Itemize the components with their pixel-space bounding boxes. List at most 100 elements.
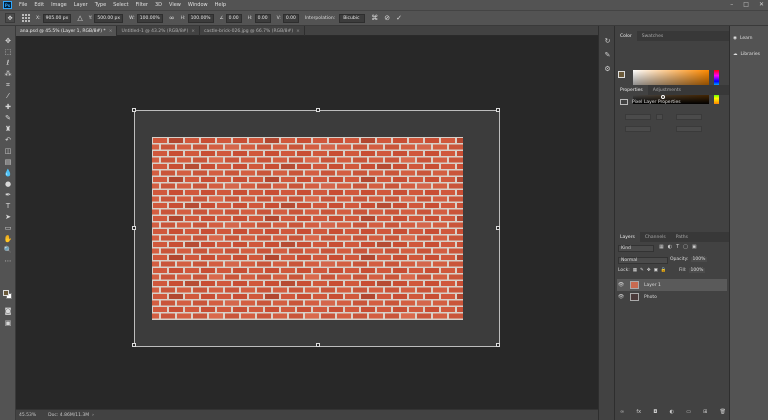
tab-paths[interactable]: Paths: [671, 232, 693, 242]
transform-handle[interactable]: [316, 108, 320, 112]
tab-properties[interactable]: Properties: [615, 85, 648, 95]
color-panel-foreground-swatch[interactable]: [618, 71, 625, 78]
menu-select[interactable]: Select: [113, 2, 128, 8]
transform-handle[interactable]: [132, 226, 136, 230]
blend-mode-select[interactable]: Normal: [618, 257, 668, 264]
eyedropper-tool-icon[interactable]: ⁄: [3, 91, 13, 101]
lock-move-icon[interactable]: ✥: [647, 268, 651, 273]
hand-tool-icon[interactable]: ✋: [3, 234, 13, 244]
layer-name[interactable]: Layer 1: [644, 283, 661, 288]
eye-icon[interactable]: 👁: [617, 282, 625, 288]
lock-artboard-icon[interactable]: ▣: [654, 268, 658, 273]
cancel-transform-icon[interactable]: ⊘: [384, 14, 390, 22]
quick-select-tool-icon[interactable]: ⁂: [3, 69, 13, 79]
tab-color[interactable]: Color: [615, 31, 637, 41]
eraser-tool-icon[interactable]: ◫: [3, 146, 13, 156]
menu-edit[interactable]: Edit: [34, 2, 44, 8]
link-layers-icon[interactable]: ∞: [620, 409, 624, 415]
menu-filter[interactable]: Filter: [136, 2, 148, 8]
menu-window[interactable]: Window: [188, 2, 208, 8]
x-input[interactable]: 905.00 px: [42, 13, 72, 23]
menu-view[interactable]: View: [169, 2, 181, 8]
w-field[interactable]: W: 100.00%: [129, 13, 163, 23]
maximize-icon[interactable]: □: [743, 1, 749, 8]
blur-tool-icon[interactable]: 💧: [3, 168, 13, 178]
close-tab-icon[interactable]: ×: [296, 29, 300, 34]
layer-filter-select[interactable]: Kind: [618, 245, 654, 252]
width-input[interactable]: 100.00%: [136, 13, 163, 23]
stamp-tool-icon[interactable]: ♜: [3, 124, 13, 134]
layer-style-icon[interactable]: fx: [636, 409, 641, 415]
move-tool-preset-icon[interactable]: ✥: [5, 13, 15, 23]
h-field[interactable]: H: 100.00%: [181, 13, 214, 23]
transform-handle[interactable]: [496, 343, 500, 347]
filter-smart-icon[interactable]: ▣: [692, 244, 697, 250]
close-tab-icon[interactable]: ×: [109, 29, 113, 34]
reference-point-icon[interactable]: [21, 14, 30, 23]
menu-file[interactable]: File: [19, 2, 27, 8]
history-brush-tool-icon[interactable]: ↶: [3, 135, 13, 145]
y-input[interactable]: 500.00 px: [94, 13, 124, 23]
lasso-tool-icon[interactable]: ℓ: [3, 58, 13, 68]
history-panel-icon[interactable]: ↻: [603, 36, 612, 45]
status-menu-icon[interactable]: ›: [92, 413, 94, 418]
lock-paint-icon[interactable]: ✎: [640, 268, 644, 273]
adjustment-layer-icon[interactable]: ◐: [670, 409, 674, 415]
link-icon[interactable]: ∞: [169, 14, 175, 22]
foreground-color-swatch[interactable]: [3, 290, 9, 296]
layer-row-layer-1[interactable]: 👁 Layer 1: [617, 279, 727, 291]
transform-handle[interactable]: [496, 108, 500, 112]
menu-help[interactable]: Help: [215, 2, 226, 8]
doc-size[interactable]: Doc: 4.86M/11.3M: [48, 413, 89, 418]
new-layer-icon[interactable]: ⊞: [703, 409, 707, 415]
y-field[interactable]: Y: 500.00 px: [89, 13, 124, 23]
healing-tool-icon[interactable]: ✚: [3, 102, 13, 112]
tab-layers[interactable]: Layers: [615, 232, 640, 242]
gradient-tool-icon[interactable]: ▤: [3, 157, 13, 167]
eye-icon[interactable]: 👁: [617, 294, 625, 300]
tab-castle-brick[interactable]: castle-brick-026.jpg @ 66.7% (RGB/8#) ×: [200, 26, 305, 36]
interpolation-field[interactable]: Interpolation: Bicubic: [305, 13, 366, 23]
hskew-input[interactable]: 0.00: [254, 13, 271, 23]
vskew-input[interactable]: 0.00: [282, 13, 299, 23]
adjust-panel-icon[interactable]: ⚙: [603, 64, 612, 73]
angle-input[interactable]: 0.00: [225, 13, 242, 23]
lock-all-icon[interactable]: 🔒: [661, 268, 667, 273]
layer-name[interactable]: Photo: [644, 295, 657, 300]
menu-type[interactable]: Type: [95, 2, 106, 8]
zoom-tool-icon[interactable]: 🔍: [3, 245, 13, 255]
type-tool-icon[interactable]: T: [3, 201, 13, 211]
warp-icon[interactable]: ⌘: [371, 14, 378, 22]
canvas-area[interactable]: [16, 36, 598, 409]
x-field[interactable]: X: 905.00 px: [36, 13, 72, 23]
close-tab-icon[interactable]: ×: [191, 29, 195, 34]
hskew-field[interactable]: H: 0.00: [248, 13, 271, 23]
layer-row-photo[interactable]: 👁 Photo: [617, 291, 727, 303]
vskew-field[interactable]: V: 0.00: [277, 13, 299, 23]
menu-3d[interactable]: 3D: [155, 2, 162, 8]
quick-mask-icon[interactable]: ◙: [3, 306, 13, 316]
angle-field[interactable]: ∠ 0.00: [220, 13, 242, 23]
crop-tool-icon[interactable]: ⌗: [3, 80, 13, 90]
layer-mask-icon[interactable]: ◘: [653, 409, 657, 415]
filter-pixel-icon[interactable]: ▦: [659, 244, 664, 250]
tab-adjustments[interactable]: Adjustments: [648, 85, 686, 95]
fill-input[interactable]: 100%: [688, 268, 706, 273]
menu-layer[interactable]: Layer: [74, 2, 88, 8]
move-tool-icon[interactable]: ✥: [3, 36, 13, 46]
interpolation-select[interactable]: Bicubic: [339, 13, 366, 23]
close-window-icon[interactable]: ✕: [759, 1, 764, 8]
delta-icon[interactable]: △: [77, 14, 82, 22]
minimize-icon[interactable]: –: [730, 1, 733, 8]
path-select-tool-icon[interactable]: ➤: [3, 212, 13, 222]
filter-adjust-icon[interactable]: ◐: [668, 244, 672, 250]
brush-tool-icon[interactable]: ✎: [3, 113, 13, 123]
tab-ana-psd[interactable]: ana.psd @ 45.5% (Layer 1, RGB/8#) * ×: [16, 26, 118, 36]
dodge-tool-icon[interactable]: ●: [3, 179, 13, 189]
more-tools-icon[interactable]: ⋯: [3, 256, 13, 266]
marquee-tool-icon[interactable]: ⬚: [3, 47, 13, 57]
brush-panel-icon[interactable]: ✎: [603, 50, 612, 59]
zoom-level[interactable]: 45.53%: [19, 413, 36, 418]
tab-untitled-1[interactable]: Untitled-1 @ 43.2% (RGB/8#) ×: [117, 26, 200, 36]
filter-type-icon[interactable]: T: [676, 244, 679, 250]
